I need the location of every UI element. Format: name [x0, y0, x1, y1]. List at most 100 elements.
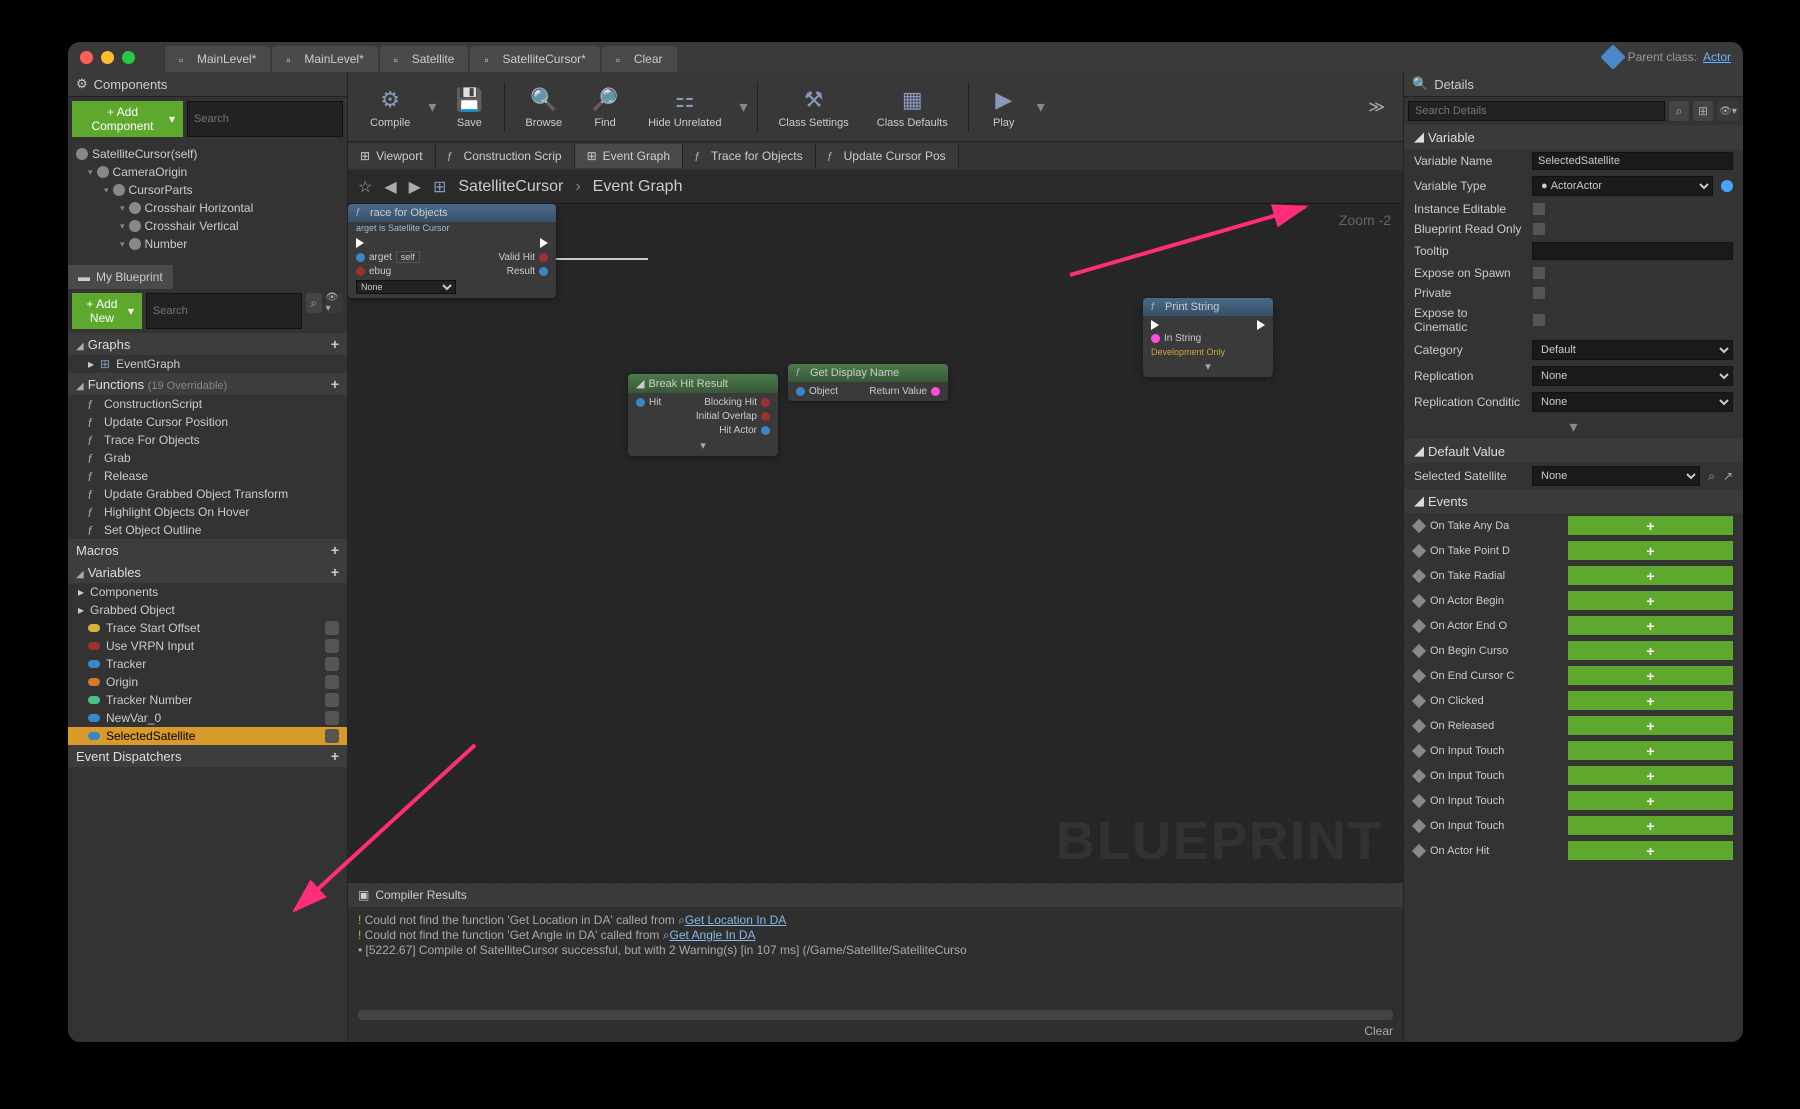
search-icon[interactable]: ⌕ — [1669, 101, 1689, 121]
title-tab[interactable]: ▫SatelliteCursor* — [470, 46, 599, 72]
variable-visibility-toggle[interactable] — [325, 711, 339, 725]
expose-spawn-checkbox[interactable] — [1532, 266, 1546, 280]
component-tree-item[interactable]: ▾Number — [68, 235, 347, 253]
add-event-button[interactable]: + — [1568, 766, 1733, 785]
dropdown-arrow-icon[interactable]: ▾ — [735, 97, 751, 117]
breadcrumb-root[interactable]: SatelliteCursor — [458, 178, 563, 196]
save-button[interactable]: 💾Save — [440, 74, 498, 140]
class-defaults-button[interactable]: ▦Class Defaults — [863, 74, 962, 140]
component-tree-item[interactable]: ▾CursorParts — [68, 181, 347, 199]
add-graph-button[interactable]: + — [331, 336, 339, 352]
functions-section[interactable]: ◢Functions (19 Overridable)+ — [68, 373, 347, 395]
variable-visibility-toggle[interactable] — [325, 639, 339, 653]
variable-item[interactable]: Use VRPN Input — [68, 637, 347, 655]
dispatchers-section[interactable]: Event Dispatchers+ — [68, 745, 347, 767]
parent-class-link[interactable]: Actor — [1703, 50, 1731, 64]
browse-button[interactable]: 🔍Browse — [511, 74, 576, 140]
compiler-link[interactable]: Get Angle In DA — [670, 928, 756, 942]
replication-condition-select[interactable]: None — [1532, 392, 1733, 412]
component-tree-item[interactable]: ▾Crosshair Horizontal — [68, 199, 347, 217]
add-event-button[interactable]: + — [1568, 791, 1733, 810]
add-event-button[interactable]: + — [1568, 591, 1733, 610]
compiler-clear-button[interactable]: Clear — [1364, 1024, 1393, 1038]
play-button[interactable]: ▶Play — [975, 74, 1033, 140]
function-item[interactable]: fRelease — [68, 467, 347, 485]
search-icon[interactable]: ⌕ — [306, 293, 322, 313]
function-item[interactable]: fGrab — [68, 449, 347, 467]
eye-icon[interactable]: 👁▾ — [326, 293, 343, 313]
add-event-button[interactable]: + — [1568, 616, 1733, 635]
replication-select[interactable]: None — [1532, 366, 1733, 386]
variable-item[interactable]: Tracker Number — [68, 691, 347, 709]
variable-visibility-toggle[interactable] — [325, 693, 339, 707]
graph-canvas[interactable]: Zoom -2 BLUEPRINT frace for Objects arge… — [348, 204, 1403, 882]
title-tab[interactable]: ▫MainLevel* — [272, 46, 377, 72]
add-component-button[interactable]: + Add Component▾ — [72, 101, 183, 137]
tooltip-input[interactable] — [1532, 242, 1733, 260]
node-print-string[interactable]: fPrint String In String Development Only… — [1143, 298, 1273, 377]
node-break-hit-result[interactable]: ◢Break Hit Result HitBlocking Hit Initia… — [628, 374, 778, 456]
component-tree-item[interactable]: ▾Crosshair Vertical — [68, 217, 347, 235]
browse-asset-icon[interactable]: ↗ — [1723, 469, 1733, 483]
expose-cinematics-checkbox[interactable] — [1532, 313, 1546, 327]
variables-section[interactable]: ◢Variables+ — [68, 561, 347, 583]
toolbar-overflow-icon[interactable]: ≫ — [1358, 97, 1395, 117]
add-new-button[interactable]: + Add New▾ — [72, 293, 142, 329]
find-button[interactable]: 🔎Find — [576, 74, 634, 140]
variable-visibility-toggle[interactable] — [325, 675, 339, 689]
details-search-input[interactable] — [1408, 101, 1665, 121]
add-event-button[interactable]: + — [1568, 566, 1733, 585]
dropdown-arrow-icon[interactable]: ▾ — [424, 97, 440, 117]
function-item[interactable]: fHighlight Objects On Hover — [68, 503, 347, 521]
maximize-window[interactable] — [122, 51, 135, 64]
variable-item[interactable]: Origin — [68, 673, 347, 691]
add-event-button[interactable]: + — [1568, 816, 1733, 835]
type-indicator-icon[interactable] — [1721, 180, 1733, 192]
function-item[interactable]: fConstructionScript — [68, 395, 347, 413]
nav-back-icon[interactable]: ◀ — [384, 177, 396, 197]
add-event-button[interactable]: + — [1568, 516, 1733, 535]
subtab[interactable]: ⊞Viewport — [348, 144, 436, 168]
node-get-display-name[interactable]: fGet Display Name ObjectReturn Value — [788, 364, 948, 401]
function-item[interactable]: fTrace For Objects — [68, 431, 347, 449]
variable-item[interactable]: Trace Start Offset — [68, 619, 347, 637]
variable-type-select[interactable]: ● ActorActor — [1532, 176, 1713, 196]
variable-item[interactable]: Tracker — [68, 655, 347, 673]
add-macro-button[interactable]: + — [331, 542, 339, 558]
dropdown-arrow-icon[interactable]: ▾ — [1033, 97, 1049, 117]
graphs-section[interactable]: ◢Graphs+ — [68, 333, 347, 355]
subtab[interactable]: fUpdate Cursor Pos — [816, 144, 959, 168]
add-event-button[interactable]: + — [1568, 691, 1733, 710]
nav-forward-icon[interactable]: ▶ — [409, 177, 421, 197]
title-tab[interactable]: ▫Clear — [602, 46, 677, 72]
blueprint-readonly-checkbox[interactable] — [1532, 222, 1546, 236]
private-checkbox[interactable] — [1532, 286, 1546, 300]
component-tree-item[interactable]: ▾CameraOrigin — [68, 163, 347, 181]
add-event-button[interactable]: + — [1568, 666, 1733, 685]
add-event-button[interactable]: + — [1568, 841, 1733, 860]
title-tab[interactable]: ▫Satellite — [380, 46, 469, 72]
node-trace-for-objects[interactable]: frace for Objects arget is Satellite Cur… — [348, 204, 556, 298]
function-item[interactable]: fUpdate Cursor Position — [68, 413, 347, 431]
add-event-button[interactable]: + — [1568, 716, 1733, 735]
add-dispatcher-button[interactable]: + — [331, 748, 339, 764]
default-value-select[interactable]: None — [1532, 466, 1700, 486]
variable-visibility-toggle[interactable] — [325, 729, 339, 743]
variable-visibility-toggle[interactable] — [325, 657, 339, 671]
instance-editable-checkbox[interactable] — [1532, 202, 1546, 216]
search-asset-icon[interactable]: ⌕ — [1708, 469, 1715, 484]
add-event-button[interactable]: + — [1568, 641, 1733, 660]
blueprint-search-input[interactable] — [146, 293, 302, 329]
grid-icon[interactable]: ⊞ — [1693, 101, 1713, 121]
add-event-button[interactable]: + — [1568, 741, 1733, 760]
components-search-input[interactable] — [187, 101, 343, 137]
close-window[interactable] — [80, 51, 93, 64]
component-tree-item[interactable]: SatelliteCursor(self) — [68, 145, 347, 163]
compiler-link[interactable]: Get Location In DA — [685, 913, 786, 927]
add-variable-button[interactable]: + — [331, 564, 339, 580]
category-select[interactable]: Default — [1532, 340, 1733, 360]
components-group[interactable]: ▸Components — [68, 583, 347, 601]
hide-unrelated-button[interactable]: ⚏Hide Unrelated — [634, 74, 735, 140]
subtab[interactable]: fTrace for Objects — [683, 144, 816, 168]
variable-item[interactable]: NewVar_0 — [68, 709, 347, 727]
